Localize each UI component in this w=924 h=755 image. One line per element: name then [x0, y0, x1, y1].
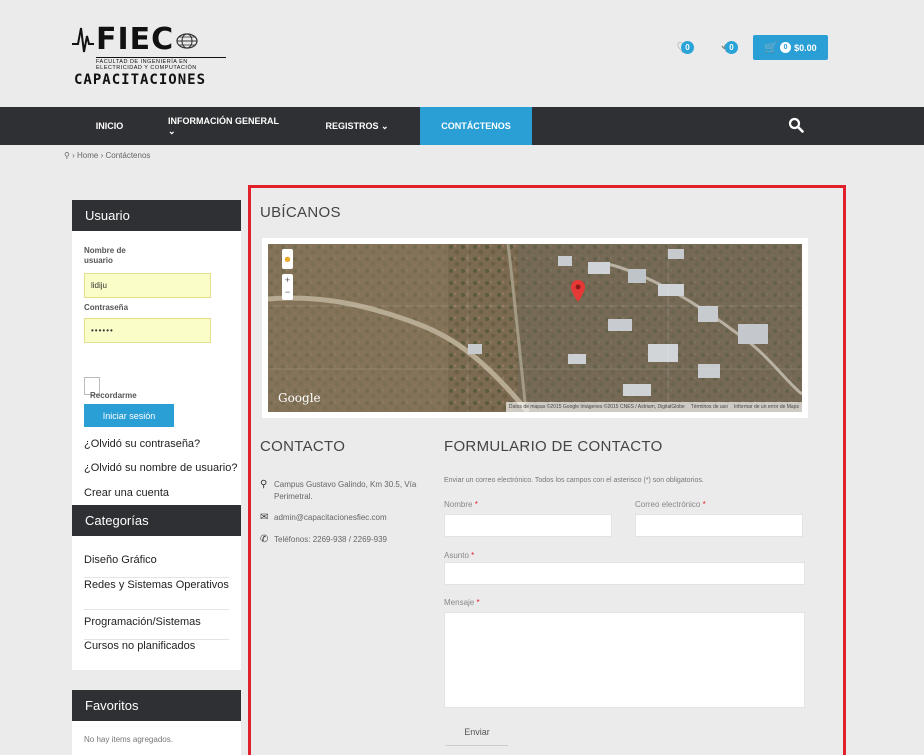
contact-content-highlight: UBÍCANOS ☻ + − Google Datos de mapas ©20… [248, 185, 846, 755]
contact-phones-text: Teléfonos: 2269-938 / 2269-939 [274, 535, 387, 544]
email-input[interactable] [635, 514, 803, 537]
favorites-empty-text: No hay items agregados. [84, 735, 173, 744]
envelope-icon: ✉ [260, 512, 269, 523]
email-label: Correo electrónico * [635, 500, 706, 509]
search-icon[interactable] [788, 117, 804, 133]
nav-item-contactenos[interactable]: CONTÁCTENOS [420, 107, 532, 145]
category-item[interactable]: Cursos no planificados [84, 640, 229, 662]
locate-title: UBÍCANOS [260, 204, 341, 221]
subject-label: Asunto * [444, 551, 474, 560]
wishlist-button[interactable]: ♡ 0 [665, 37, 701, 59]
logo-subtitle-line-2: ELECTRICIDAD Y COMPUTACIÓN [96, 65, 197, 71]
favorites-title: Favoritos [72, 690, 241, 721]
nav-item-inicio[interactable]: INICIO [82, 107, 137, 145]
compare-count-badge: 0 [725, 40, 738, 54]
map-report-link[interactable]: Informar de un error de Maps [734, 404, 799, 410]
zoom-control[interactable]: + − [282, 274, 293, 300]
required-mark: * [702, 500, 706, 509]
header-actions: ♡ 0 ⟲ 0 🛒 0 $0.00 [665, 35, 828, 60]
username-label: Nombre de usuario [84, 246, 126, 265]
forgot-username-link[interactable]: ¿Olvidó su nombre de usuario? [84, 462, 237, 474]
map-frame: ☻ + − Google Datos de mapas ©2015 Google… [262, 238, 808, 418]
location-pin-icon: ⚲ [64, 151, 70, 160]
contact-email-text[interactable]: admin@capacitacionesfiec.com [274, 512, 387, 524]
pulse-wave-icon [72, 27, 94, 53]
password-label: Contraseña [84, 303, 129, 312]
map-marker-icon[interactable] [571, 280, 585, 302]
favorites-module: Favoritos No hay items agregados. [72, 690, 241, 755]
contact-phones: ✆ Teléfonos: 2269-938 / 2269-939 [260, 534, 387, 546]
phone-icon: ✆ [260, 534, 269, 545]
zoom-out-icon[interactable]: − [282, 286, 293, 298]
subject-label-text: Asunto [444, 551, 469, 560]
send-button[interactable]: Enviar [446, 718, 508, 746]
breadcrumb-separator: › [72, 151, 75, 160]
create-account-link[interactable]: Crear una cuenta [84, 487, 169, 499]
logo-top: FIEC [72, 22, 198, 58]
login-module: Usuario Nombre de usuario lidiju Contras… [72, 200, 241, 516]
category-item[interactable]: Programación/Sistemas [84, 616, 229, 640]
categories-title: Categorías [72, 505, 241, 536]
breadcrumb-separator: › [100, 151, 104, 160]
nav-item-registros[interactable]: REGISTROS ⌄ [322, 107, 392, 145]
zoom-in-icon[interactable]: + [282, 274, 293, 286]
subject-input[interactable] [444, 562, 805, 585]
contact-form-intro: Enviar un correo electrónico. Todos los … [444, 477, 704, 484]
cart-count-badge: 0 [780, 42, 792, 53]
login-form: Nombre de usuario lidiju Contraseña ••••… [72, 231, 241, 499]
category-item[interactable]: Redes y Sistemas Operativos [84, 580, 229, 610]
remember-label: Recordarme [90, 391, 137, 400]
map-attribution-bar: Datos de mapas ©2015 Google Imágenes ©20… [505, 402, 802, 412]
name-label-text: Nombre [444, 500, 473, 509]
contact-form-title: FORMULARIO DE CONTACTO [444, 438, 663, 455]
google-brand: Google [278, 391, 321, 405]
globe-icon [176, 33, 198, 49]
contact-address: ⚲ Campus Gustavo Galindo, Km 30.5, Vía P… [260, 479, 430, 503]
satellite-map-image [268, 244, 802, 412]
name-label: Nombre * [444, 500, 478, 509]
required-mark: * [471, 551, 475, 560]
map-pin-icon: ⚲ [260, 479, 268, 490]
required-mark: * [474, 500, 478, 509]
street-view-pegman-icon[interactable]: ☻ [282, 249, 293, 269]
message-label: Mensaje * [444, 598, 480, 607]
map-terms-link[interactable]: Términos de uso [691, 404, 728, 410]
breadcrumb-home[interactable]: Home [77, 151, 98, 160]
fiec-logo[interactable]: FIEC FACULTAD DE INGENIERÍA EN ELECTRICI… [72, 22, 232, 92]
compare-button[interactable]: ⟲ 0 [709, 37, 745, 59]
breadcrumb: ⚲ › Home › Contáctenos [64, 151, 150, 160]
email-label-text: Correo electrónico [635, 500, 701, 509]
google-map[interactable]: ☻ + − Google Datos de mapas ©2015 Google… [268, 244, 802, 412]
breadcrumb-current: Contáctenos [105, 151, 151, 160]
message-label-text: Mensaje [444, 598, 475, 607]
wishlist-count-badge: 0 [681, 40, 694, 54]
categories-module: Categorías Diseño Gráfico Redes y Sistem… [72, 505, 241, 670]
username-field[interactable]: lidiju [84, 273, 211, 298]
contact-email: ✉ admin@capacitacionesfiec.com [260, 512, 387, 524]
logo-caption: CAPACITACIONES [74, 72, 207, 88]
logo-subtitle: FACULTAD DE INGENIERÍA EN ELECTRICIDAD Y… [96, 57, 226, 71]
categories-list: Diseño Gráfico Redes y Sistemas Operativ… [72, 536, 241, 670]
map-attribution: Datos de mapas ©2015 Google Imágenes ©20… [508, 404, 685, 410]
contact-title: CONTACTO [260, 438, 346, 455]
category-item[interactable]: Diseño Gráfico [84, 554, 229, 578]
site-header: FIEC FACULTAD DE INGENIERÍA EN ELECTRICI… [0, 0, 924, 105]
required-mark: * [476, 598, 480, 607]
contact-content: UBÍCANOS ☻ + − Google Datos de mapas ©20… [251, 188, 843, 755]
cart-icon: 🛒 [764, 42, 779, 54]
password-field[interactable]: •••••• [84, 318, 211, 343]
forgot-password-link[interactable]: ¿Olvidó su contraseña? [84, 438, 200, 450]
contact-address-text: Campus Gustavo Galindo, Km 30.5, Vía Per… [274, 480, 417, 501]
message-textarea[interactable] [444, 612, 805, 708]
login-button[interactable]: Iniciar sesión [84, 404, 174, 427]
cart-total: $0.00 [794, 42, 817, 53]
name-input[interactable] [444, 514, 612, 537]
login-title: Usuario [72, 200, 241, 231]
main-navbar: INICIO INFORMACIÓN GENERAL ⌄ REGISTROS ⌄… [0, 107, 924, 145]
favorites-body: No hay items agregados. [72, 721, 241, 755]
nav-item-informacion-general[interactable]: INFORMACIÓN GENERAL ⌄ [168, 107, 280, 145]
logo-text: FIEC [96, 22, 175, 57]
cart-button[interactable]: 🛒 0 $0.00 [753, 35, 828, 60]
